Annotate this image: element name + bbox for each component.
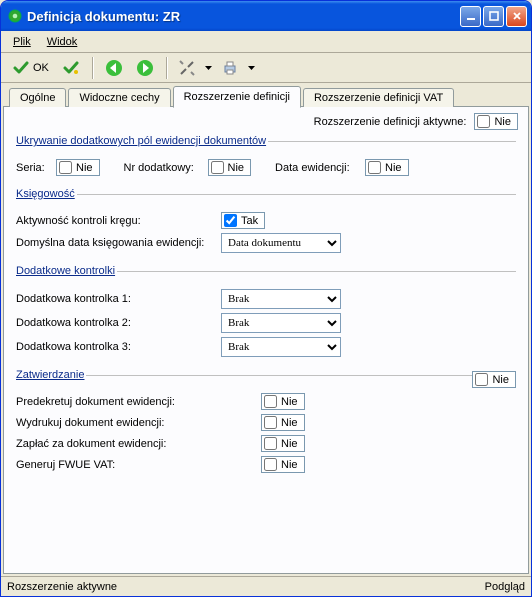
print-dropdown[interactable]	[246, 66, 257, 70]
close-button[interactable]	[506, 6, 527, 27]
group-zatwierdzanie: Zatwierdzanie Nie Predekretuj dokument e…	[16, 369, 516, 477]
k2-label: Dodatkowa kontrolka 2:	[16, 317, 221, 329]
wydruk-checkbox-input[interactable]	[264, 416, 277, 429]
approve-aside-checkbox-input[interactable]	[475, 373, 488, 386]
defdate-label: Domyślna data księgowania ewidencji:	[16, 237, 221, 249]
window-title: Definicja dokumentu: ZR	[27, 9, 460, 24]
ok-check-icon	[12, 59, 30, 77]
k1-label: Dodatkowa kontrolka 1:	[16, 293, 221, 305]
tabbar: Ogólne Widoczne cechy Rozszerzenie defin…	[1, 83, 531, 107]
statusbar: Rozszerzenie aktywne Podgląd	[1, 576, 531, 596]
apply-check-icon	[62, 59, 80, 77]
seria-checkbox[interactable]: Nie	[56, 159, 100, 176]
minimize-button[interactable]	[460, 6, 481, 27]
fwue-label: Generuj FWUE VAT:	[16, 459, 261, 471]
tab-widoczne-cechy[interactable]: Widoczne cechy	[68, 88, 170, 107]
print-button[interactable]	[217, 57, 243, 79]
printer-icon	[222, 60, 238, 76]
menubar: Plik Widok	[1, 31, 531, 53]
status-left: Rozszerzenie aktywne	[7, 581, 485, 593]
maximize-button[interactable]	[483, 6, 504, 27]
nr-checkbox[interactable]: Nie	[208, 159, 252, 176]
back-button[interactable]	[100, 56, 128, 80]
zaplac-label: Zapłać za dokument ewidencji:	[16, 438, 261, 450]
active-checkbox-input[interactable]	[477, 115, 490, 128]
toolbar-separator	[92, 57, 93, 79]
k2-select[interactable]: Brak	[221, 313, 341, 333]
defdate-select[interactable]: Data dokumentu	[221, 233, 341, 253]
tools-icon	[179, 60, 195, 76]
fwue-checkbox-input[interactable]	[264, 458, 277, 471]
predekret-label: Predekretuj dokument ewidencji:	[16, 396, 261, 408]
predekret-checkbox[interactable]: Nie	[261, 393, 305, 410]
tools-dropdown[interactable]	[203, 66, 214, 70]
k3-label: Dodatkowa kontrolka 3:	[16, 341, 221, 353]
status-right: Podgląd	[485, 581, 525, 593]
group-zatwierdzanie-legend: Zatwierdzanie	[16, 369, 86, 381]
toolbar-separator	[166, 57, 167, 79]
app-window: Definicja dokumentu: ZR Plik Widok OK	[0, 0, 532, 597]
zaplac-checkbox[interactable]: Nie	[261, 435, 305, 452]
group-hide-legend: Ukrywanie dodatkowych pól ewidencji doku…	[16, 135, 268, 147]
toolbar: OK	[1, 53, 531, 83]
forward-arrow-icon	[136, 59, 154, 77]
apply-button[interactable]	[57, 56, 85, 80]
window-buttons	[460, 6, 527, 27]
tab-rozszerzenie-definicji[interactable]: Rozszerzenie definicji	[173, 86, 301, 108]
predekret-checkbox-input[interactable]	[264, 395, 277, 408]
nr-checkbox-input[interactable]	[211, 161, 224, 174]
app-icon	[7, 8, 23, 24]
nr-label: Nr dodatkowy:	[124, 162, 208, 174]
k3-select[interactable]: Brak	[221, 337, 341, 357]
data-checkbox-input[interactable]	[368, 161, 381, 174]
wydruk-label: Wydrukuj dokument ewidencji:	[16, 417, 261, 429]
seria-label: Seria:	[16, 162, 56, 174]
ok-button[interactable]: OK	[7, 56, 54, 80]
active-checkbox[interactable]: Nie	[474, 113, 518, 130]
active-label: Rozszerzenie definicji aktywne:	[314, 116, 467, 128]
menu-widok[interactable]: Widok	[41, 34, 84, 50]
kontrola-label: Aktywność kontroli kręgu:	[16, 215, 221, 227]
active-row: Rozszerzenie definicji aktywne: Nie	[314, 113, 518, 130]
data-checkbox[interactable]: Nie	[365, 159, 409, 176]
group-hide: Ukrywanie dodatkowych pól ewidencji doku…	[16, 135, 516, 180]
zaplac-checkbox-input[interactable]	[264, 437, 277, 450]
titlebar[interactable]: Definicja dokumentu: ZR	[1, 1, 531, 31]
back-arrow-icon	[105, 59, 123, 77]
tab-rozszerzenie-definicji-vat[interactable]: Rozszerzenie definicji VAT	[303, 88, 454, 107]
kontrola-checkbox-input[interactable]	[224, 214, 237, 227]
data-label: Data ewidencji:	[275, 162, 365, 174]
wydruk-checkbox[interactable]: Nie	[261, 414, 305, 431]
group-ksiegowosc: Księgowość Aktywność kontroli kręgu: Tak…	[16, 188, 516, 257]
fwue-checkbox[interactable]: Nie	[261, 456, 305, 473]
tools-button[interactable]	[174, 57, 200, 79]
forward-button[interactable]	[131, 56, 159, 80]
kontrola-checkbox[interactable]: Tak	[221, 212, 265, 229]
tab-panel: Rozszerzenie definicji aktywne: Nie Ukry…	[3, 107, 529, 574]
group-kontrolki: Dodatkowe kontrolki Dodatkowa kontrolka …	[16, 265, 516, 361]
group-ksiegowosc-legend: Księgowość	[16, 188, 77, 200]
seria-checkbox-input[interactable]	[59, 161, 72, 174]
approve-aside-checkbox[interactable]: Nie	[472, 371, 516, 388]
tab-ogolne[interactable]: Ogólne	[9, 88, 66, 107]
group-kontrolki-legend: Dodatkowe kontrolki	[16, 265, 117, 277]
menu-plik[interactable]: Plik	[7, 34, 37, 50]
k1-select[interactable]: Brak	[221, 289, 341, 309]
